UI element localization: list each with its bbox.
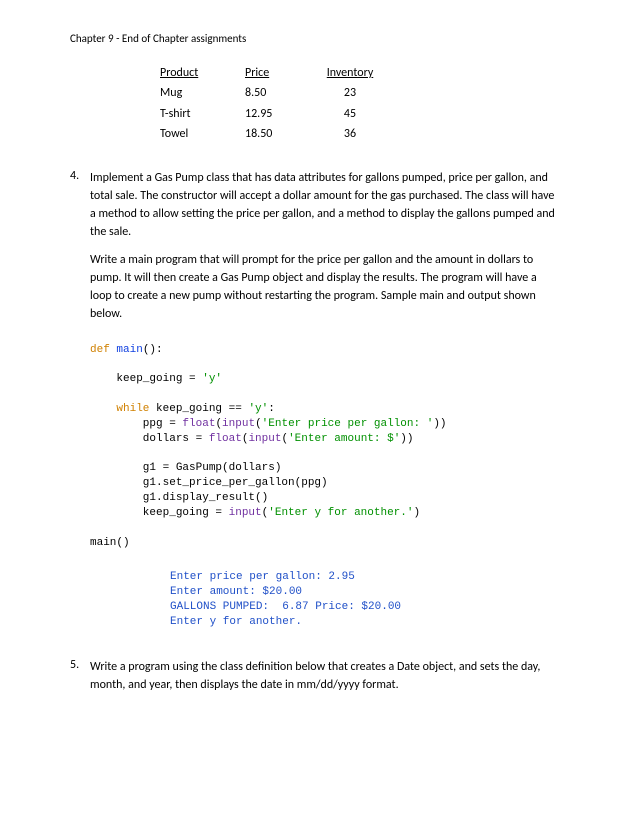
code-text: keep_going = (90, 373, 202, 385)
bi-float: float (209, 433, 242, 445)
code-text: keep_going = (90, 507, 229, 519)
bi-input: input (229, 507, 262, 519)
table-row: T-shirt 12.95 45 (160, 104, 560, 124)
code-text: ) (413, 507, 420, 519)
bi-float: float (182, 418, 215, 430)
code-text: ( (255, 418, 262, 430)
code-text: g1.set_price_per_gallon(ppg) (90, 477, 328, 489)
str-literal: 'y' (202, 373, 222, 385)
kw-def: def (90, 344, 110, 356)
th-product: Product (160, 63, 245, 83)
code-text: )) (400, 433, 413, 445)
str-literal: 'Enter price per gallon: ' (262, 418, 434, 430)
code-text (90, 403, 116, 415)
td-product: Mug (160, 83, 245, 103)
table-row: Towel 18.50 36 (160, 124, 560, 144)
bi-input: input (222, 418, 255, 430)
td-inventory: 23 (315, 83, 385, 103)
sample-output: Enter price per gallon: 2.95 Enter amoun… (170, 570, 560, 629)
code-sample: def main(): keep_going = 'y' while keep_… (90, 343, 560, 551)
td-inventory: 45 (315, 104, 385, 124)
code-text: (): (143, 344, 163, 356)
code-text: dollars = (90, 433, 209, 445)
bi-input: input (248, 433, 281, 445)
q5-para1: Write a program using the class definiti… (90, 658, 560, 694)
fn-main: main (116, 344, 142, 356)
q4-para2: Write a main program that will prompt fo… (90, 251, 560, 323)
td-product: T-shirt (160, 104, 245, 124)
page-header: Chapter 9 - End of Chapter assignments (70, 32, 560, 45)
question-number: 4. (70, 169, 90, 333)
code-text: keep_going == (149, 403, 248, 415)
q4-para1: Implement a Gas Pump class that has data… (90, 169, 560, 241)
question-number: 5. (70, 658, 90, 704)
kw-while: while (116, 403, 149, 415)
td-price: 8.50 (245, 83, 315, 103)
question-4: 4. Implement a Gas Pump class that has d… (70, 169, 560, 333)
code-text: )) (433, 418, 446, 430)
th-price: Price (245, 63, 315, 83)
table-header-row: Product Price Inventory (160, 63, 560, 83)
code-text: : (268, 403, 275, 415)
td-product: Towel (160, 124, 245, 144)
str-literal: 'y' (248, 403, 268, 415)
td-price: 18.50 (245, 124, 315, 144)
td-price: 12.95 (245, 104, 315, 124)
code-text: main() (90, 537, 130, 549)
question-5: 5. Write a program using the class defin… (70, 658, 560, 704)
td-inventory: 36 (315, 124, 385, 144)
product-table: Product Price Inventory Mug 8.50 23 T-sh… (160, 63, 560, 145)
code-text: ppg = (90, 418, 182, 430)
str-literal: 'Enter y for another.' (268, 507, 413, 519)
th-inventory: Inventory (315, 63, 385, 83)
str-literal: 'Enter amount: $' (288, 433, 400, 445)
code-text: g1 = GasPump(dollars) (90, 462, 281, 474)
code-text: g1.display_result() (90, 492, 268, 504)
table-row: Mug 8.50 23 (160, 83, 560, 103)
